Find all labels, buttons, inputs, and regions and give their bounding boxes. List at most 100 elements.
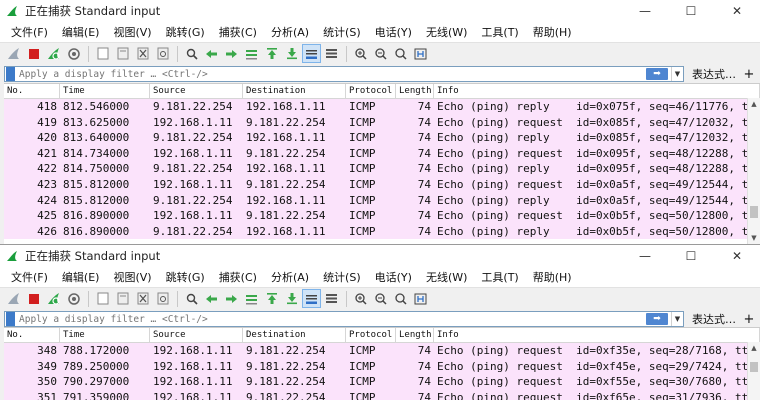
scroll-down-icon[interactable]: ▼ (748, 232, 760, 244)
column-header-time[interactable]: Time (60, 328, 150, 342)
stop-icon[interactable] (24, 44, 43, 63)
menu-view[interactable]: 视图(V) (106, 269, 158, 285)
menu-statistics[interactable]: 统计(S) (316, 24, 368, 40)
close-button[interactable]: ✕ (714, 245, 760, 267)
column-header-destination[interactable]: Destination (243, 84, 346, 98)
zoom-normal-icon[interactable] (391, 44, 410, 63)
zoom-out-icon[interactable] (371, 44, 390, 63)
vertical-scrollbar[interactable]: ▲ (747, 342, 760, 400)
restart-icon[interactable] (44, 44, 63, 63)
menu-telephony[interactable]: 电话(Y) (368, 269, 419, 285)
go-back-icon[interactable] (202, 289, 221, 308)
packet-row[interactable]: 418 812.546000 9.181.22.254 192.168.1.11 ICM… (4, 99, 760, 115)
display-filter-input[interactable] (19, 312, 646, 326)
menu-capture[interactable]: 捕获(C) (212, 24, 264, 40)
maximize-button[interactable]: ☐ (668, 0, 714, 22)
column-header-protocol[interactable]: Protocol (346, 84, 396, 98)
add-filter-button[interactable]: + (742, 312, 756, 327)
packet-row[interactable]: 419 813.625000 192.168.1.11 9.181.22.254 ICM… (4, 114, 760, 131)
column-header-info[interactable]: Info (434, 328, 760, 342)
go-forward-icon[interactable] (222, 44, 241, 63)
menu-go[interactable]: 跳转(G) (159, 24, 212, 40)
minimize-button[interactable]: — (622, 0, 668, 22)
packet-row[interactable]: 350 790.297000 192.168.1.11 9.181.22.254 ICM… (4, 374, 760, 390)
resize-columns-icon[interactable] (411, 44, 430, 63)
scrollbar-thumb[interactable] (750, 206, 758, 218)
packet-row[interactable]: 349 789.250000 192.168.1.11 9.181.22.254 ICM… (4, 358, 760, 375)
packet-row[interactable]: 348 788.172000 192.168.1.11 9.181.22.254 ICM… (4, 343, 760, 359)
shark-fin-start-icon[interactable] (4, 289, 23, 308)
scroll-up-icon[interactable]: ▲ (748, 342, 760, 354)
packet-row[interactable]: 421 814.734000 192.168.1.11 9.181.22.254 ICM… (4, 145, 760, 162)
resize-columns-icon[interactable] (411, 289, 430, 308)
menu-view[interactable]: 视图(V) (106, 24, 158, 40)
options-icon[interactable] (64, 44, 83, 63)
title-bar[interactable]: 正在捕获 Standard input — ☐ ✕ (0, 245, 760, 267)
go-back-icon[interactable] (202, 44, 221, 63)
find-icon[interactable] (182, 44, 201, 63)
packet-row[interactable]: 426 816.890000 9.181.22.254 192.168.1.11 ICM… (4, 223, 760, 240)
colorize-icon[interactable] (322, 44, 341, 63)
packet-row[interactable]: 423 815.812000 192.168.1.11 9.181.22.254 ICM… (4, 176, 760, 193)
display-filter-input[interactable] (19, 67, 646, 81)
shark-fin-start-icon[interactable] (4, 44, 23, 63)
close-file-icon[interactable] (133, 44, 152, 63)
menu-edit[interactable]: 编辑(E) (55, 269, 107, 285)
title-bar[interactable]: 正在捕获 Standard input — ☐ ✕ (0, 0, 760, 22)
zoom-normal-icon[interactable] (391, 289, 410, 308)
apply-filter-button[interactable]: ➡ (646, 313, 668, 325)
reload-icon[interactable] (153, 44, 172, 63)
autoscroll-icon[interactable] (302, 289, 321, 308)
go-first-icon[interactable] (262, 289, 281, 308)
packet-row[interactable]: 424 815.812000 9.181.22.254 192.168.1.11 ICM… (4, 192, 760, 209)
go-to-packet-icon[interactable] (242, 289, 261, 308)
autoscroll-icon[interactable] (302, 44, 321, 63)
vertical-scrollbar[interactable]: ▲ ▼ (747, 98, 760, 244)
chevron-down-icon[interactable]: ▼ (671, 312, 683, 326)
menu-telephony[interactable]: 电话(Y) (368, 24, 419, 40)
scroll-up-icon[interactable]: ▲ (748, 98, 760, 110)
go-to-packet-icon[interactable] (242, 44, 261, 63)
close-button[interactable]: ✕ (714, 0, 760, 22)
save-file-icon[interactable] (113, 289, 132, 308)
column-header-protocol[interactable]: Protocol (346, 328, 396, 342)
packet-row[interactable]: 351 791.359000 192.168.1.11 9.181.22.254 ICM… (4, 389, 760, 400)
column-header-destination[interactable]: Destination (243, 328, 346, 342)
reload-icon[interactable] (153, 289, 172, 308)
column-header-length[interactable]: Length (396, 328, 434, 342)
open-file-icon[interactable] (93, 289, 112, 308)
menu-statistics[interactable]: 统计(S) (316, 269, 368, 285)
bookmark-icon[interactable] (6, 67, 15, 81)
expression-button[interactable]: 表达式… (684, 311, 742, 327)
zoom-in-icon[interactable] (351, 44, 370, 63)
go-last-icon[interactable] (282, 289, 301, 308)
menu-tools[interactable]: 工具(T) (474, 269, 525, 285)
column-header-info[interactable]: Info (434, 84, 760, 98)
column-header-no[interactable]: No. (4, 328, 60, 342)
chevron-down-icon[interactable]: ▼ (671, 67, 683, 81)
menu-wireless[interactable]: 无线(W) (419, 269, 474, 285)
menu-go[interactable]: 跳转(G) (159, 269, 212, 285)
scrollbar-thumb[interactable] (750, 362, 758, 372)
options-icon[interactable] (64, 289, 83, 308)
save-file-icon[interactable] (113, 44, 132, 63)
bookmark-icon[interactable] (6, 312, 15, 326)
minimize-button[interactable]: — (622, 245, 668, 267)
packet-row[interactable]: 420 813.640000 9.181.22.254 192.168.1.11 ICM… (4, 130, 760, 146)
menu-analyze[interactable]: 分析(A) (264, 24, 316, 40)
menu-wireless[interactable]: 无线(W) (419, 24, 474, 40)
maximize-button[interactable]: ☐ (668, 245, 714, 267)
column-header-source[interactable]: Source (150, 84, 243, 98)
column-header-length[interactable]: Length (396, 84, 434, 98)
column-header-time[interactable]: Time (60, 84, 150, 98)
zoom-in-icon[interactable] (351, 289, 370, 308)
zoom-out-icon[interactable] (371, 289, 390, 308)
open-file-icon[interactable] (93, 44, 112, 63)
find-icon[interactable] (182, 289, 201, 308)
go-last-icon[interactable] (282, 44, 301, 63)
apply-filter-button[interactable]: ➡ (646, 68, 668, 80)
go-forward-icon[interactable] (222, 289, 241, 308)
column-header-no[interactable]: No. (4, 84, 60, 98)
expression-button[interactable]: 表达式… (684, 66, 742, 82)
menu-help[interactable]: 帮助(H) (526, 269, 579, 285)
